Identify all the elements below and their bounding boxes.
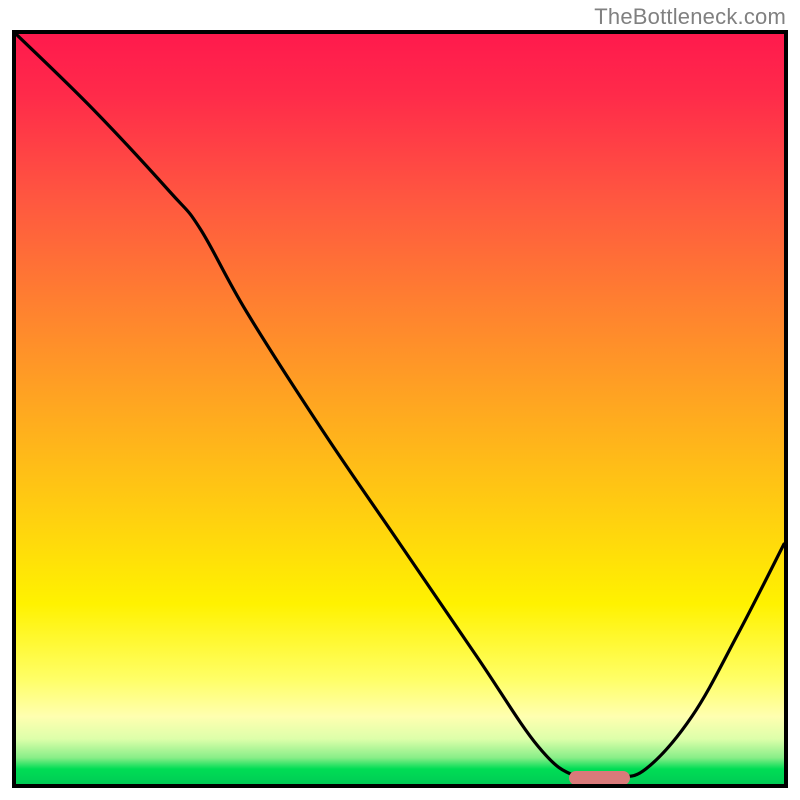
- bottleneck-curve: [16, 34, 784, 784]
- watermark-text: TheBottleneck.com: [594, 4, 786, 30]
- optimal-zone-marker: [569, 771, 630, 785]
- chart-frame: [12, 30, 788, 788]
